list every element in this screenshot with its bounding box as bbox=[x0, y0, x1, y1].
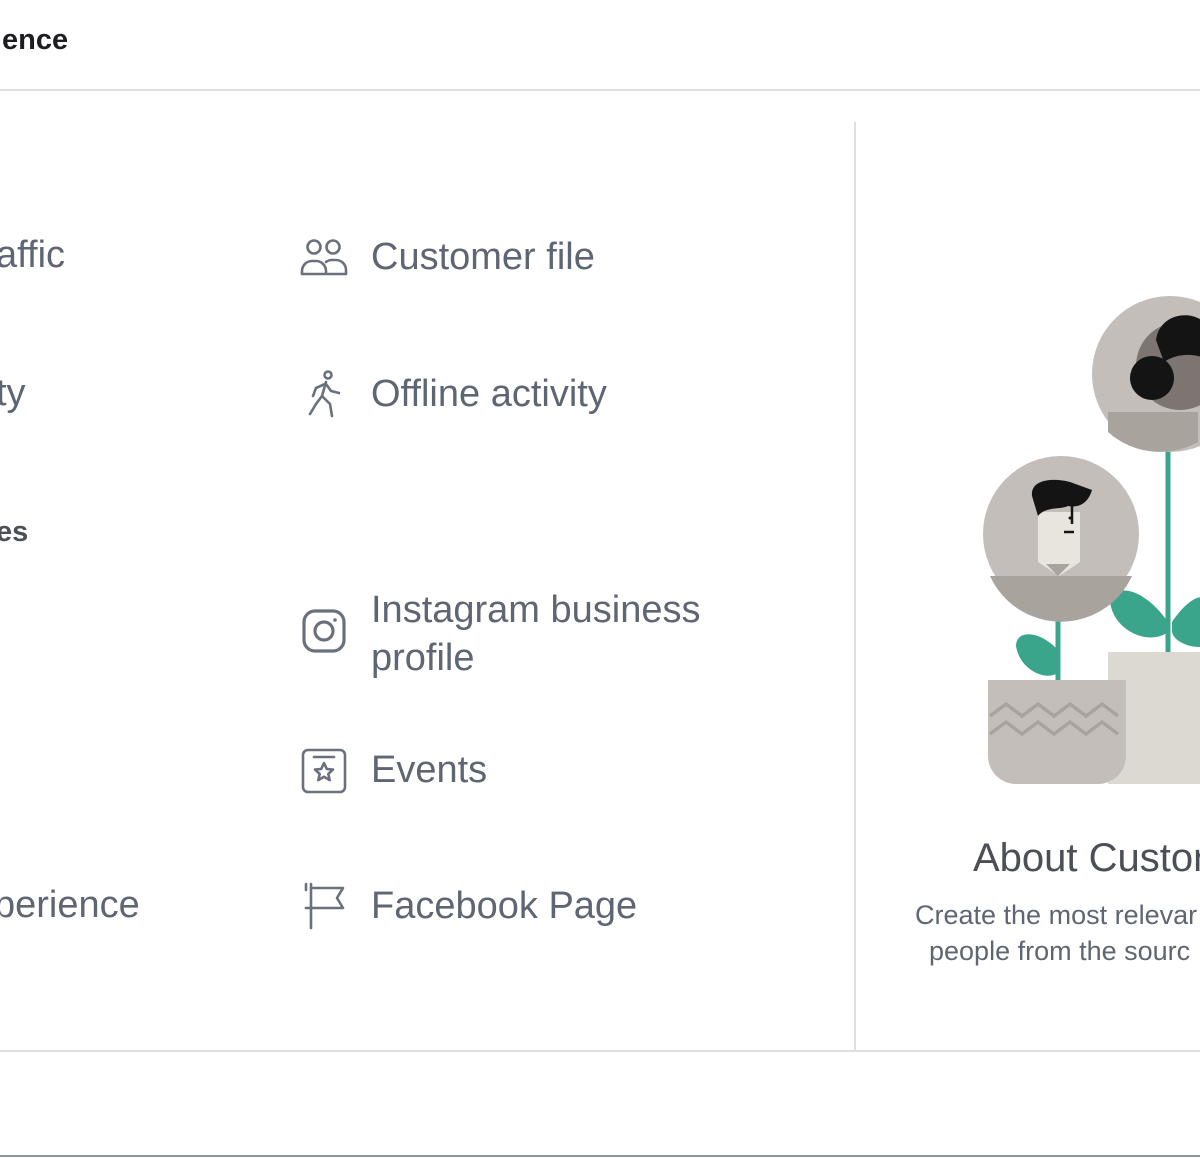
source-option-customer-file[interactable]: Customer file bbox=[299, 233, 595, 283]
source-option-app-activity[interactable]: ty bbox=[0, 372, 26, 415]
source-label: Facebook Page bbox=[371, 885, 638, 927]
source-option-website-traffic[interactable]: affic bbox=[0, 234, 65, 277]
event-star-icon bbox=[299, 746, 349, 796]
source-option-instagram-business-profile[interactable]: Instagram business profile bbox=[299, 586, 701, 682]
people-icon bbox=[299, 233, 349, 283]
dialog-header: ience bbox=[0, 0, 1200, 91]
flag-icon bbox=[299, 882, 349, 932]
vertical-divider bbox=[854, 122, 856, 1050]
source-label: Offline activity bbox=[371, 373, 607, 415]
source-label: Customer file bbox=[371, 236, 595, 278]
instagram-icon bbox=[299, 606, 349, 656]
walking-person-icon bbox=[299, 370, 349, 420]
source-label: Instagram business profile bbox=[371, 586, 701, 682]
about-description-line: people from the sourc bbox=[929, 936, 1191, 966]
about-title: About Custor bbox=[973, 836, 1200, 880]
source-label: Events bbox=[371, 749, 488, 791]
source-label-line: profile bbox=[371, 637, 475, 679]
source-option-facebook-page[interactable]: Facebook Page bbox=[299, 882, 637, 932]
source-label-line: Instagram business bbox=[371, 589, 701, 631]
source-option-instant-experience[interactable]: perience bbox=[0, 884, 140, 927]
dialog-title: ience bbox=[0, 24, 69, 56]
footer-divider bbox=[0, 1050, 1200, 1052]
source-option-events[interactable]: Events bbox=[299, 746, 487, 796]
section-heading-facebook-sources: es bbox=[0, 516, 29, 548]
bottom-border bbox=[0, 1155, 1200, 1157]
audience-illustration bbox=[960, 270, 1200, 795]
source-option-offline-activity[interactable]: Offline activity bbox=[299, 370, 607, 420]
about-description-line: Create the most relevar bbox=[915, 900, 1198, 930]
